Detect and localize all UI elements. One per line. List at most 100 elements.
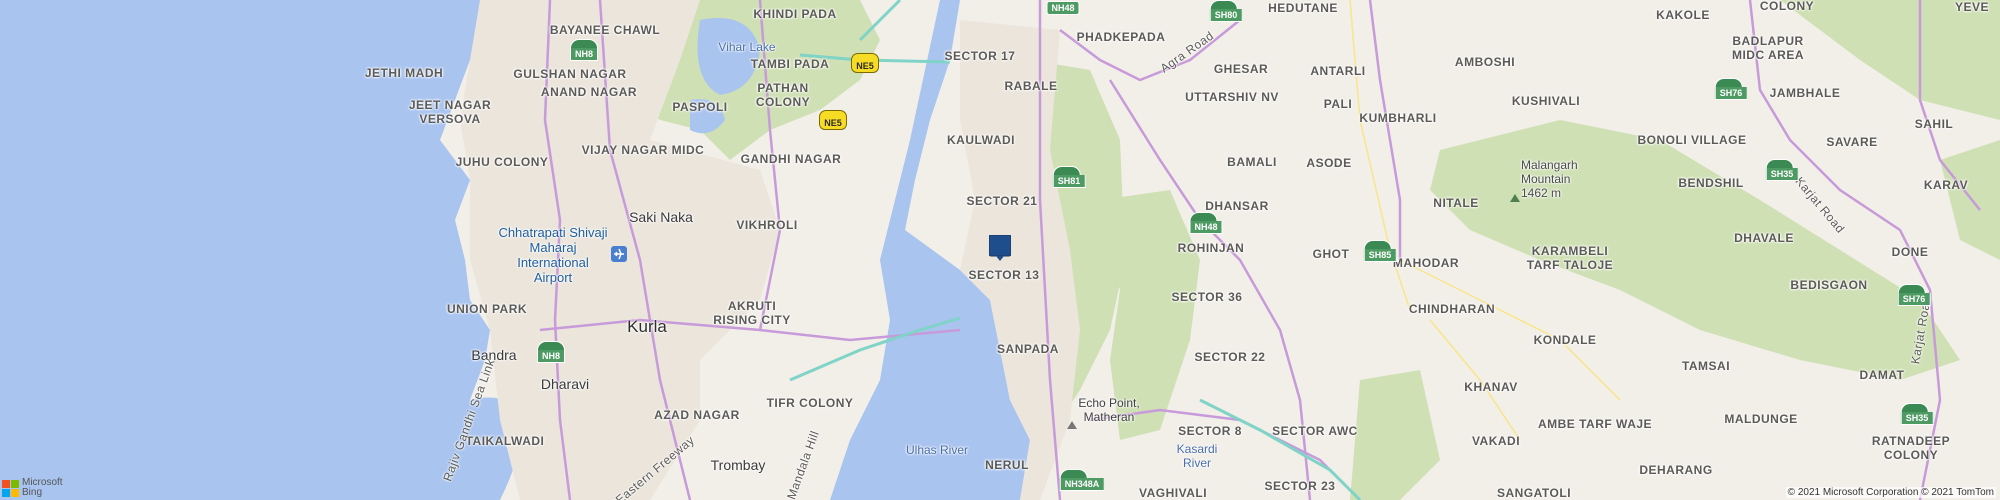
- label-vakadi: VAKADI: [1471, 434, 1521, 448]
- shield-sh35-b: SH35: [1900, 403, 1934, 425]
- label-rabale: RABALE: [1004, 79, 1058, 93]
- label-sector-awc: SECTOR AWC: [1272, 424, 1358, 438]
- shield-nh48-mid: NH48: [1189, 212, 1223, 234]
- label-tamsai: TAMSAI: [1681, 359, 1731, 373]
- label-pathan-colony: PATHAN COLONY: [755, 81, 811, 109]
- echo-point-peak-icon: [1067, 421, 1077, 429]
- label-saki-naka: Saki Naka: [629, 209, 693, 225]
- label-khanav: KHANAV: [1464, 380, 1518, 394]
- label-sahil: SAHIL: [1914, 117, 1954, 131]
- label-union-park: UNION PARK: [446, 302, 528, 316]
- label-badlapur-midc: BADLAPUR MIDC AREA: [1731, 34, 1805, 62]
- label-sector-22: SECTOR 22: [1194, 350, 1266, 364]
- label-azad-nagar: AZAD NAGAR: [654, 408, 740, 422]
- label-savare: SAVARE: [1826, 135, 1878, 149]
- shield-sh35-a: SH35: [1765, 159, 1799, 181]
- label-sector-21: SECTOR 21: [966, 194, 1038, 208]
- map-attribution[interactable]: © 2021 Microsoft Corporation © 2021 TomT…: [1785, 487, 1996, 498]
- shield-nh348a: NH348A: [1059, 469, 1105, 491]
- label-karav: KARAV: [1923, 178, 1969, 192]
- shield-ne5-a: NE5: [851, 53, 879, 73]
- label-anand-nagar: ANAND NAGAR: [540, 85, 638, 99]
- label-nitale: NITALE: [1433, 196, 1479, 210]
- shield-sh81: SH81: [1052, 166, 1086, 188]
- shield-nh8-bottom: NH8: [536, 341, 566, 363]
- label-vihar-lake: Vihar Lake: [718, 40, 776, 54]
- label-sector-17: SECTOR 17: [944, 49, 1016, 63]
- label-kondale: KONDALE: [1533, 333, 1597, 347]
- shield-sh80: SH80: [1209, 0, 1243, 22]
- label-chindharan: CHINDHARAN: [1408, 302, 1496, 316]
- label-vijay-nagar-midc: VIJAY NAGAR MIDC: [581, 143, 705, 157]
- forest-south: [1350, 370, 1440, 500]
- forest-malangarh: [1430, 120, 1960, 380]
- label-nerul: NERUL: [985, 458, 1029, 472]
- label-vikhroli: VIKHROLI: [736, 218, 798, 232]
- label-kasardi-river: Kasardi River: [1176, 442, 1218, 470]
- label-sector-23: SECTOR 23: [1264, 479, 1336, 493]
- bing-logo[interactable]: Microsoft Bing: [2, 478, 63, 498]
- shield-sh85: SH85: [1363, 240, 1397, 262]
- label-damat: DAMAT: [1859, 368, 1905, 382]
- label-sanpada: SANPADA: [997, 342, 1059, 356]
- microsoft-logo-icon: [2, 479, 19, 497]
- forest-ne: [1780, 0, 2000, 120]
- label-khindi-pada: KHINDI PADA: [753, 7, 837, 21]
- label-asode: ASODE: [1306, 156, 1352, 170]
- label-uttarshiv-nv: UTTARSHIV NV: [1185, 90, 1279, 104]
- label-ratnadeep-colony: RATNADEEP COLONY: [1871, 434, 1951, 462]
- label-sector-8: SECTOR 8: [1178, 424, 1242, 438]
- map-canvas[interactable]: JETHI MADH BAYANEE CHAWL KHINDI PADA Vih…: [0, 0, 2000, 500]
- label-jeet-nagar-versova: JEET NAGAR VERSOVA: [408, 98, 492, 126]
- label-juhu-colony: JUHU COLONY: [455, 155, 549, 169]
- label-mahodar: MAHODAR: [1392, 256, 1460, 270]
- label-jethi-madh: JETHI MADH: [364, 66, 444, 80]
- label-paspoli: PASPOLI: [672, 100, 728, 114]
- label-hedutane: HEDUTANE: [1268, 1, 1338, 15]
- label-dharavi: Dharavi: [540, 376, 590, 392]
- label-sangatoli: SANGATOLI: [1496, 486, 1572, 500]
- label-bamali: BAMALI: [1227, 155, 1277, 169]
- label-pali: PALI: [1323, 97, 1353, 111]
- label-yeve: YEVE: [1954, 0, 1990, 14]
- label-amboshi: AMBOSHI: [1454, 55, 1516, 69]
- shield-sh76-b: SH76: [1897, 284, 1931, 306]
- label-tambi-pada: TAMBI PADA: [750, 57, 830, 71]
- label-phadkepada: PHADKEPADA: [1076, 30, 1166, 44]
- label-kaulwadi: KAULWADI: [947, 133, 1015, 147]
- label-ambe-tarf-waje: AMBE TARF WAJE: [1537, 417, 1653, 431]
- label-kumbharli: KUMBHARLI: [1359, 111, 1437, 125]
- label-kushivali: KUSHIVALI: [1511, 94, 1581, 108]
- label-done: DONE: [1891, 245, 1929, 259]
- label-colony-visible: COLONY: [1759, 0, 1815, 13]
- shield-nh8-top: NH8: [569, 39, 599, 61]
- label-gandhi-nagar: GANDHI NAGAR: [740, 152, 842, 166]
- label-deharang: DEHARANG: [1639, 463, 1713, 477]
- label-vaghivali: VAGHIVALI: [1138, 486, 1208, 500]
- label-dhavale: DHAVALE: [1734, 231, 1794, 245]
- label-airport: Chhatrapati Shivaji Maharaj Internationa…: [498, 225, 608, 285]
- shield-sh76-a: SH76: [1714, 78, 1748, 100]
- label-kurla: Kurla: [627, 317, 667, 336]
- shield-ne5-b: NE5: [819, 110, 847, 130]
- label-malangarh: Malangarh Mountain 1462 m: [1521, 158, 1578, 200]
- label-jambhale: JAMBHALE: [1769, 86, 1841, 100]
- marker-pin-icon[interactable]: [988, 234, 1012, 261]
- label-ghot: GHOT: [1312, 247, 1350, 261]
- logo-bing-text: Bing: [22, 487, 43, 498]
- label-karambeli: KARAMBELI TARF TALOJE: [1526, 244, 1614, 272]
- label-trombay: Trombay: [710, 457, 766, 473]
- label-taikalwadi: TAIKALWADI: [465, 434, 545, 448]
- label-bendshil: BENDSHIL: [1678, 176, 1744, 190]
- shield-nh48-top: NH48: [1046, 1, 1080, 15]
- airport-icon: [611, 246, 627, 262]
- label-ulhas-river: Ulhas River: [905, 443, 969, 457]
- forest-east: [1940, 140, 2000, 260]
- label-tifr-colony: TIFR COLONY: [766, 396, 854, 410]
- label-sector-36: SECTOR 36: [1171, 290, 1243, 304]
- label-antarli: ANTARLI: [1310, 64, 1366, 78]
- label-gulshan-nagar: GULSHAN NAGAR: [513, 67, 627, 81]
- label-bedisgaon: BEDISGAON: [1790, 278, 1868, 292]
- label-sector-13: SECTOR 13: [968, 268, 1040, 282]
- label-maldunge: MALDUNGE: [1724, 412, 1798, 426]
